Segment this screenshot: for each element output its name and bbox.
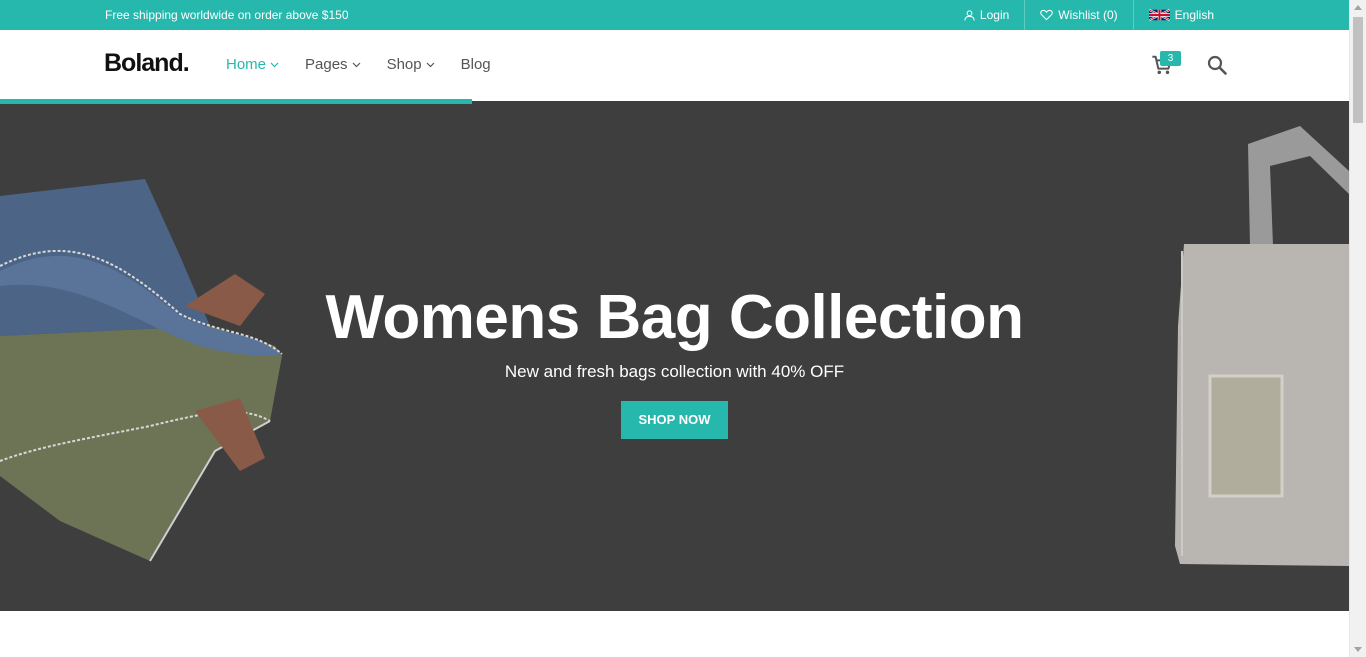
main-nav: Home Pages Shop Blog	[226, 56, 517, 73]
nav-item-shop[interactable]: Shop	[387, 56, 435, 73]
login-label: Login	[979, 8, 1010, 22]
language-label: English	[1174, 8, 1214, 22]
top-bar: Free shipping worldwide on order above $…	[0, 0, 1349, 30]
chevron-down-icon	[352, 62, 360, 67]
shop-now-button[interactable]: SHOP NOW	[621, 401, 728, 439]
cart-count-badge: 3	[1160, 51, 1181, 66]
chevron-down-icon	[270, 62, 279, 67]
scroll-down-icon[interactable]	[1354, 647, 1362, 652]
nav-item-pages[interactable]: Pages	[305, 56, 361, 73]
site-logo[interactable]: Boland.	[104, 49, 190, 78]
top-bar-links: Login Wishlist (0) English	[949, 0, 1229, 30]
scroll-up-icon[interactable]	[1354, 5, 1362, 10]
user-icon	[964, 9, 975, 21]
main-header: Boland. Home Pages Shop Blog 3	[0, 30, 1349, 101]
uk-flag-icon	[1148, 8, 1170, 22]
nav-item-label: Blog	[460, 56, 491, 73]
nav-item-label: Home	[226, 56, 267, 73]
wishlist-link[interactable]: Wishlist (0)	[1024, 0, 1132, 30]
language-selector[interactable]: English	[1132, 0, 1229, 30]
nav-item-blog[interactable]: Blog	[461, 56, 491, 73]
search-button[interactable]	[1207, 55, 1227, 80]
nav-item-label: Shop	[386, 56, 422, 73]
login-link[interactable]: Login	[949, 0, 1024, 30]
page-scrollbar[interactable]	[1349, 0, 1366, 657]
shipping-promo-text: Free shipping worldwide on order above $…	[105, 8, 349, 22]
nav-item-label: Pages	[305, 56, 348, 73]
search-icon	[1207, 55, 1227, 75]
hero-title: Womens Bag Collection	[325, 283, 1025, 352]
wishlist-label: Wishlist (0)	[1058, 8, 1118, 22]
hero-subtitle: New and fresh bags collection with 40% O…	[504, 362, 845, 381]
page: Free shipping worldwide on order above $…	[0, 0, 1366, 657]
slider-progress-bar	[0, 99, 472, 104]
scrollbar-thumb[interactable]	[1353, 17, 1363, 123]
hero-slider: Womens Bag Collection New and fresh bags…	[0, 101, 1349, 611]
heart-icon	[1040, 9, 1054, 21]
chevron-down-icon	[426, 62, 435, 67]
nav-item-home[interactable]: Home	[226, 56, 279, 73]
